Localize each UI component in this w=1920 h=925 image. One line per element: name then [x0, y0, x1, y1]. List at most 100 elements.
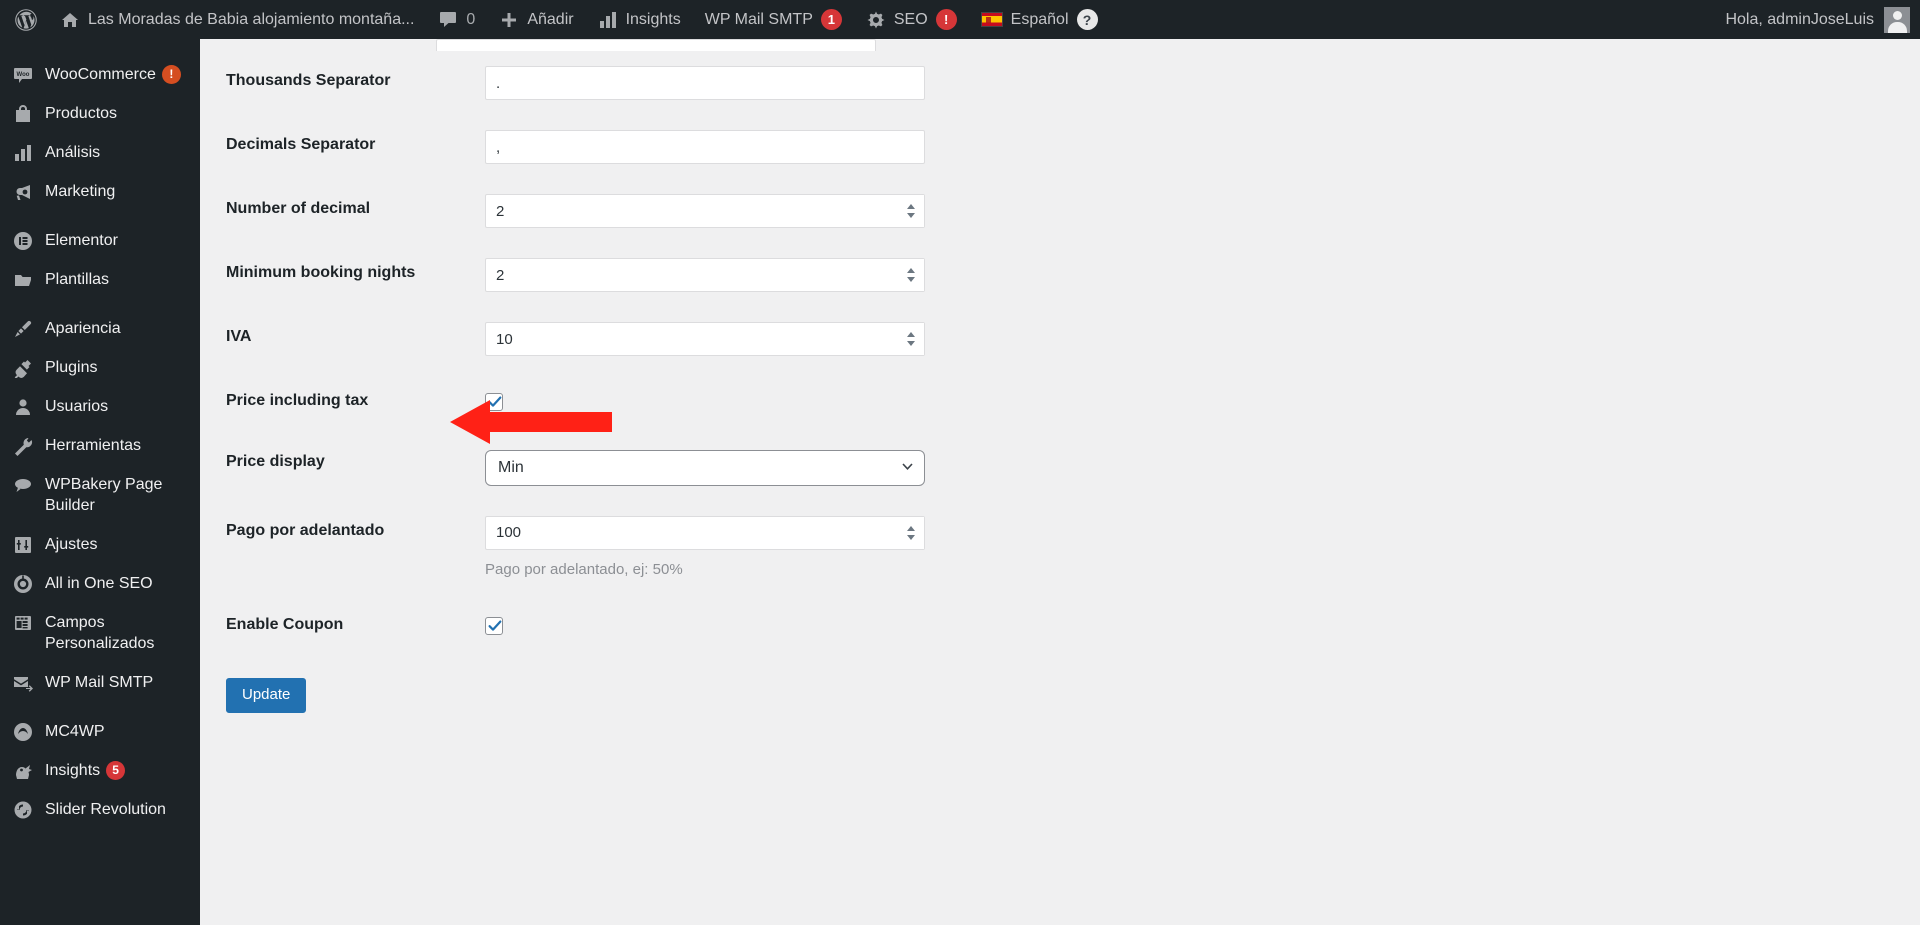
- sidebar-item-elementor[interactable]: Elementor: [0, 221, 200, 260]
- wp-logo-menu[interactable]: [0, 0, 48, 39]
- minimum-booking-nights-stepper[interactable]: [898, 259, 924, 291]
- number-of-decimal-number-wrapper: [485, 194, 925, 228]
- sidebar-item-marketing[interactable]: Marketing: [0, 172, 200, 211]
- settings-form-table: Thousands Separator Decimals Separator Num…: [200, 51, 1920, 656]
- new-content-menu[interactable]: Añadir: [487, 0, 585, 39]
- sidebar-item-label: Análisis: [45, 144, 101, 161]
- price-display-select[interactable]: MinMaxRange: [485, 449, 925, 486]
- sidebar-item-apariencia[interactable]: Apariencia: [0, 309, 200, 348]
- sidebar-item-label: Plantillas: [45, 271, 110, 288]
- field-row-number-of-decimal: Number of decimal: [200, 179, 1920, 243]
- sidebar-item-ajustes[interactable]: Ajustes: [0, 525, 200, 564]
- field-label-pago-por-adelantado: Pago por adelantado: [226, 521, 385, 539]
- products-bag-icon: [12, 103, 34, 124]
- comments-menu[interactable]: 0: [426, 0, 487, 39]
- sidebar-separator: [0, 45, 200, 55]
- my-account-menu[interactable]: Hola, adminJoseLuis: [1725, 6, 1920, 33]
- stepper-up-icon[interactable]: [907, 204, 915, 209]
- mailchimp-icon: [12, 721, 34, 742]
- folder-icon: [12, 269, 34, 290]
- update-button[interactable]: Update: [226, 677, 307, 713]
- stepper-up-icon[interactable]: [907, 525, 915, 531]
- sidebar-item-productos[interactable]: Productos: [0, 94, 200, 133]
- sliders-icon: [12, 534, 34, 555]
- iva-input[interactable]: [485, 322, 925, 356]
- stepper-down-icon[interactable]: [907, 277, 915, 282]
- thousands-separator-input[interactable]: [485, 66, 925, 100]
- stepper-down-icon[interactable]: [907, 534, 915, 540]
- pago-por-adelantado-help-text: Pago por adelantado, ej: 50%: [485, 560, 683, 578]
- sidebar-item-herramientas[interactable]: Herramientas: [0, 426, 200, 465]
- seo-label: SEO: [893, 10, 928, 28]
- slider-revolution-icon: [12, 799, 34, 820]
- sidebar-item-plugins[interactable]: Plugins: [0, 348, 200, 387]
- field-row-price-including-tax: Price including tax: [200, 371, 1920, 432]
- sidebar-item-campos-personalizados[interactable]: Campos Personalizados: [0, 603, 200, 663]
- megaphone-icon: [12, 181, 34, 202]
- sidebar-item-label: Marketing: [45, 183, 116, 200]
- sidebar-item-label: MC4WP: [45, 723, 105, 740]
- sidebar-item-label: Insights 5: [45, 760, 190, 781]
- field-control-price-display: MinMaxRange: [475, 432, 1920, 501]
- plug-icon: [12, 357, 34, 378]
- iva-stepper[interactable]: [898, 323, 924, 355]
- field-row-minimum-booking-nights: Minimum booking nights: [200, 243, 1920, 307]
- sidebar-item-label: Plugins: [45, 359, 98, 376]
- clipped-text-input[interactable]: [436, 39, 876, 51]
- pago-por-adelantado-input[interactable]: [485, 515, 925, 550]
- paintbrush-icon: [12, 318, 34, 339]
- number-of-decimal-stepper[interactable]: [898, 195, 924, 227]
- sidebar-item-label: Slider Revolution: [45, 801, 166, 818]
- field-row-iva: IVA: [200, 307, 1920, 371]
- sidebar-item-label: WPBakery Page Builder: [45, 476, 163, 514]
- woo-icon: Woo: [12, 64, 34, 85]
- mail-send-icon: [12, 672, 34, 693]
- pago-por-adelantado-stepper[interactable]: [898, 516, 924, 549]
- submit-row: Update: [200, 656, 1920, 713]
- enable-coupon-checkbox[interactable]: [485, 616, 503, 635]
- minimum-booking-nights-input[interactable]: [485, 258, 925, 292]
- insights-menu[interactable]: Insights: [586, 0, 693, 39]
- stepper-down-icon[interactable]: [907, 213, 915, 218]
- stepper-up-icon[interactable]: [907, 332, 915, 337]
- sidebar-separator: [0, 211, 200, 221]
- sidebar-item-all-in-one-seo[interactable]: All in One SEO: [0, 564, 200, 603]
- field-label-number-of-decimal: Number of decimal: [226, 200, 371, 217]
- field-control-iva: [475, 307, 1920, 371]
- elementor-icon: [12, 230, 34, 251]
- minimum-booking-nights-number-wrapper: [485, 258, 925, 292]
- sidebar-item-usuarios[interactable]: Usuarios: [0, 387, 200, 426]
- sidebar-item-label: WP Mail SMTP: [45, 674, 154, 691]
- greeting-text: Hola, adminJoseLuis: [1725, 10, 1874, 28]
- price-including-tax-checkbox[interactable]: [485, 393, 503, 411]
- decimals-separator-input[interactable]: [485, 130, 925, 164]
- insights-label: Insights: [625, 10, 681, 28]
- sidebar-item-wp-mail-smtp[interactable]: WP Mail SMTP: [0, 663, 200, 702]
- sidebar-item-wpbakery-page-builder[interactable]: WPBakery Page Builder: [0, 465, 200, 525]
- sidebar-item-slider-revolution[interactable]: Slider Revolution: [0, 790, 200, 829]
- new-content-label: Añadir: [527, 10, 574, 28]
- field-row-enable-coupon: Enable Coupon: [200, 595, 1920, 656]
- language-label: Español: [1010, 10, 1069, 28]
- field-label-enable-coupon: Enable Coupon: [226, 615, 344, 633]
- number-of-decimal-input[interactable]: [485, 194, 925, 228]
- custom-fields-icon: [12, 612, 34, 633]
- sidebar-item-plantillas[interactable]: Plantillas: [0, 260, 200, 299]
- sidebar-item-insights[interactable]: Insights 5: [0, 751, 200, 790]
- stepper-down-icon[interactable]: [907, 341, 915, 346]
- field-control-thousands-separator: [475, 51, 1920, 115]
- pago-por-adelantado-number-wrapper: [485, 515, 925, 550]
- site-name-menu[interactable]: Las Moradas de Babia alojamiento montaña…: [48, 0, 426, 39]
- wrench-icon: [12, 435, 34, 456]
- aioseo-gear-icon: [12, 573, 34, 594]
- plus-icon: [499, 10, 519, 30]
- stepper-up-icon[interactable]: [907, 268, 915, 273]
- sidebar-item-an-lisis[interactable]: Análisis: [0, 133, 200, 172]
- sidebar-item-mc4wp[interactable]: MC4WP: [0, 712, 200, 751]
- sidebar-item-woocommerce[interactable]: Woo WooCommerce!: [0, 55, 200, 94]
- help-icon[interactable]: ?: [1076, 9, 1098, 30]
- field-row-price-display: Price display MinMaxRange: [200, 432, 1920, 501]
- wp-mail-smtp-menu[interactable]: WP Mail SMTP 1: [693, 0, 854, 39]
- language-menu[interactable]: Español ?: [969, 0, 1110, 39]
- seo-menu[interactable]: SEO !: [854, 0, 969, 39]
